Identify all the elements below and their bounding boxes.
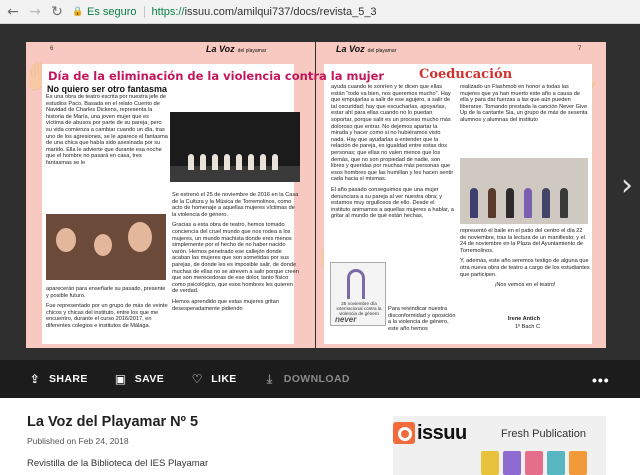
face	[128, 222, 152, 252]
reader-viewer: ‹ › ✋ ✋ ✋ 6 La Vozdel playamar ✋ ✋ 7 La …	[0, 24, 640, 360]
url-path: issuu.com/amilqui737/docs/revista_5_3	[184, 5, 377, 18]
paragraph: ayuda cuando te sonríen y te dicen que e…	[331, 84, 454, 183]
theatre-stage-photo	[170, 112, 300, 182]
article-column: ayuda cuando te sonríen y te dicen que e…	[331, 84, 455, 260]
flashmob-photo	[460, 158, 588, 224]
article-column: realizado un Flashmob en honor a todas l…	[460, 84, 588, 164]
paragraph: Hemos aprendido que estas mujeres gritan…	[172, 298, 279, 312]
performer	[200, 154, 206, 170]
paragraph: Se estrenó el 25 de noviembre de 2016 en…	[172, 192, 299, 218]
paragraph: Para reivindicar nuestra disconformidad …	[388, 306, 456, 332]
masthead-title: La Voz	[206, 44, 235, 54]
paragraph: Es una obra de teatro escrita por nuestr…	[46, 94, 168, 166]
issuu-ad[interactable]: issuu Fresh Publication	[393, 416, 606, 475]
page-number: 6	[50, 46, 54, 52]
signature-name: Irene Antich	[507, 316, 540, 322]
ad-art-tile	[547, 451, 565, 475]
paragraph: Y, además, este año seremos testigo de a…	[460, 258, 590, 278]
like-button[interactable]: ♡ LIKE	[190, 372, 237, 386]
ad-art-tile	[569, 451, 587, 475]
paragraph: aparecerán para enseñarle su pasado, pre…	[46, 286, 166, 299]
publication-description: Revistilla de la Biblioteca del IES Play…	[27, 458, 209, 469]
event-poster: 25 noviembre día internacional contra la…	[330, 262, 386, 326]
share-icon: ⇪	[29, 372, 41, 386]
ad-art-tile	[481, 451, 499, 475]
performer	[272, 154, 278, 170]
paragraph: ¡Nos vemos en el teatro!	[494, 282, 556, 289]
article-column: Para reivindicar nuestra disconformidad …	[388, 306, 456, 344]
like-label: LIKE	[211, 373, 237, 385]
dancer	[488, 188, 496, 218]
forward-arrow-icon[interactable]: →	[26, 3, 44, 21]
share-label: SHARE	[49, 373, 88, 385]
article-title: Coeducación	[419, 67, 513, 82]
share-button[interactable]: ⇪ SHARE	[28, 372, 88, 386]
performer	[260, 154, 266, 170]
dancer	[560, 188, 568, 218]
ad-art-tile	[525, 451, 543, 475]
ad-tagline: Fresh Publication	[501, 428, 586, 440]
heart-icon: ♡	[191, 372, 203, 386]
address-bar[interactable]: 🔒 Es seguro https:// issuu.com/amilqui73…	[72, 3, 377, 21]
masthead: La Voz del playamar	[336, 44, 396, 54]
reload-icon[interactable]: ↻	[48, 3, 66, 21]
signature-class: 1º Bach C	[514, 324, 540, 330]
paragraph: Gracias a esta obra de teatro, hemos tom…	[172, 222, 299, 295]
page-number: 7	[578, 46, 582, 52]
ribbon-icon	[347, 269, 365, 299]
face	[56, 228, 76, 252]
ad-artwork	[393, 449, 606, 475]
save-icon: ▣	[114, 372, 127, 386]
performer	[212, 154, 218, 170]
article-column: aparecerán para enseñarle su pasado, pre…	[46, 286, 168, 346]
poster-word: never	[335, 315, 357, 324]
action-bar: ⇪ SHARE ▣ SAVE ♡ LIKE ⤓ DOWNLOAD	[0, 360, 640, 398]
article-column: Se estrenó el 25 de noviembre de 2016 en…	[172, 192, 300, 344]
issuu-logo-text: issuu	[417, 421, 467, 444]
students-photo	[46, 214, 166, 280]
url-protocol: https://	[151, 5, 185, 18]
dancer	[470, 188, 478, 218]
paragraph: realizado un Flashmob en honor a todas l…	[460, 84, 588, 123]
article-title: Día de la eliminación de la violencia co…	[48, 69, 385, 83]
download-button[interactable]: ⤓ DOWNLOAD	[263, 372, 350, 386]
download-label: DOWNLOAD	[283, 373, 350, 385]
issuu-logo: issuu	[393, 422, 467, 444]
article-column: representó el baile en el patio del cent…	[460, 228, 590, 306]
paragraph: El año pasado conseguimos que una mujer …	[331, 186, 454, 220]
ad-art-tile	[503, 451, 521, 475]
save-button[interactable]: ▣ SAVE	[114, 372, 164, 386]
performer	[224, 154, 230, 170]
issuu-logo-icon	[393, 422, 415, 444]
masthead-title: La Voz	[336, 44, 365, 54]
save-label: SAVE	[134, 373, 165, 385]
performer	[188, 154, 194, 170]
next-page-chevron-right-icon[interactable]: ›	[618, 169, 636, 203]
back-arrow-icon[interactable]: ←	[4, 3, 22, 21]
dancer	[506, 188, 514, 218]
lock-icon: 🔒	[72, 6, 84, 17]
browser-toolbar: ← → ↻ 🔒 Es seguro https:// issuu.com/ami…	[0, 0, 640, 24]
download-icon: ⤓	[266, 371, 273, 386]
masthead: La Voz del playamar	[206, 44, 266, 54]
performer	[248, 154, 254, 170]
publication-date: Published on Feb 24, 2018	[27, 436, 129, 446]
masthead-subtitle: del playamar	[237, 48, 267, 54]
poster-text: 25 noviembre día internacional contra la…	[336, 301, 382, 316]
masthead-subtitle: del playamar	[367, 48, 397, 54]
article-column: Es una obra de teatro escrita por nuestr…	[46, 94, 168, 212]
article-subtitle: No quiero ser otro fantasma	[47, 84, 168, 94]
paragraph: Fue representado por un grupo de más de …	[46, 303, 168, 329]
publication-title: La Voz del Playamar Nº 5	[27, 414, 199, 430]
address-divider	[143, 5, 145, 18]
face	[94, 234, 112, 256]
dancer	[542, 188, 550, 218]
more-options-icon[interactable]: •••	[592, 372, 610, 388]
secure-label: Es seguro	[87, 5, 137, 18]
dancer	[524, 188, 532, 218]
performer	[236, 154, 242, 170]
paragraph: representó el baile en el patio del cent…	[460, 228, 585, 254]
